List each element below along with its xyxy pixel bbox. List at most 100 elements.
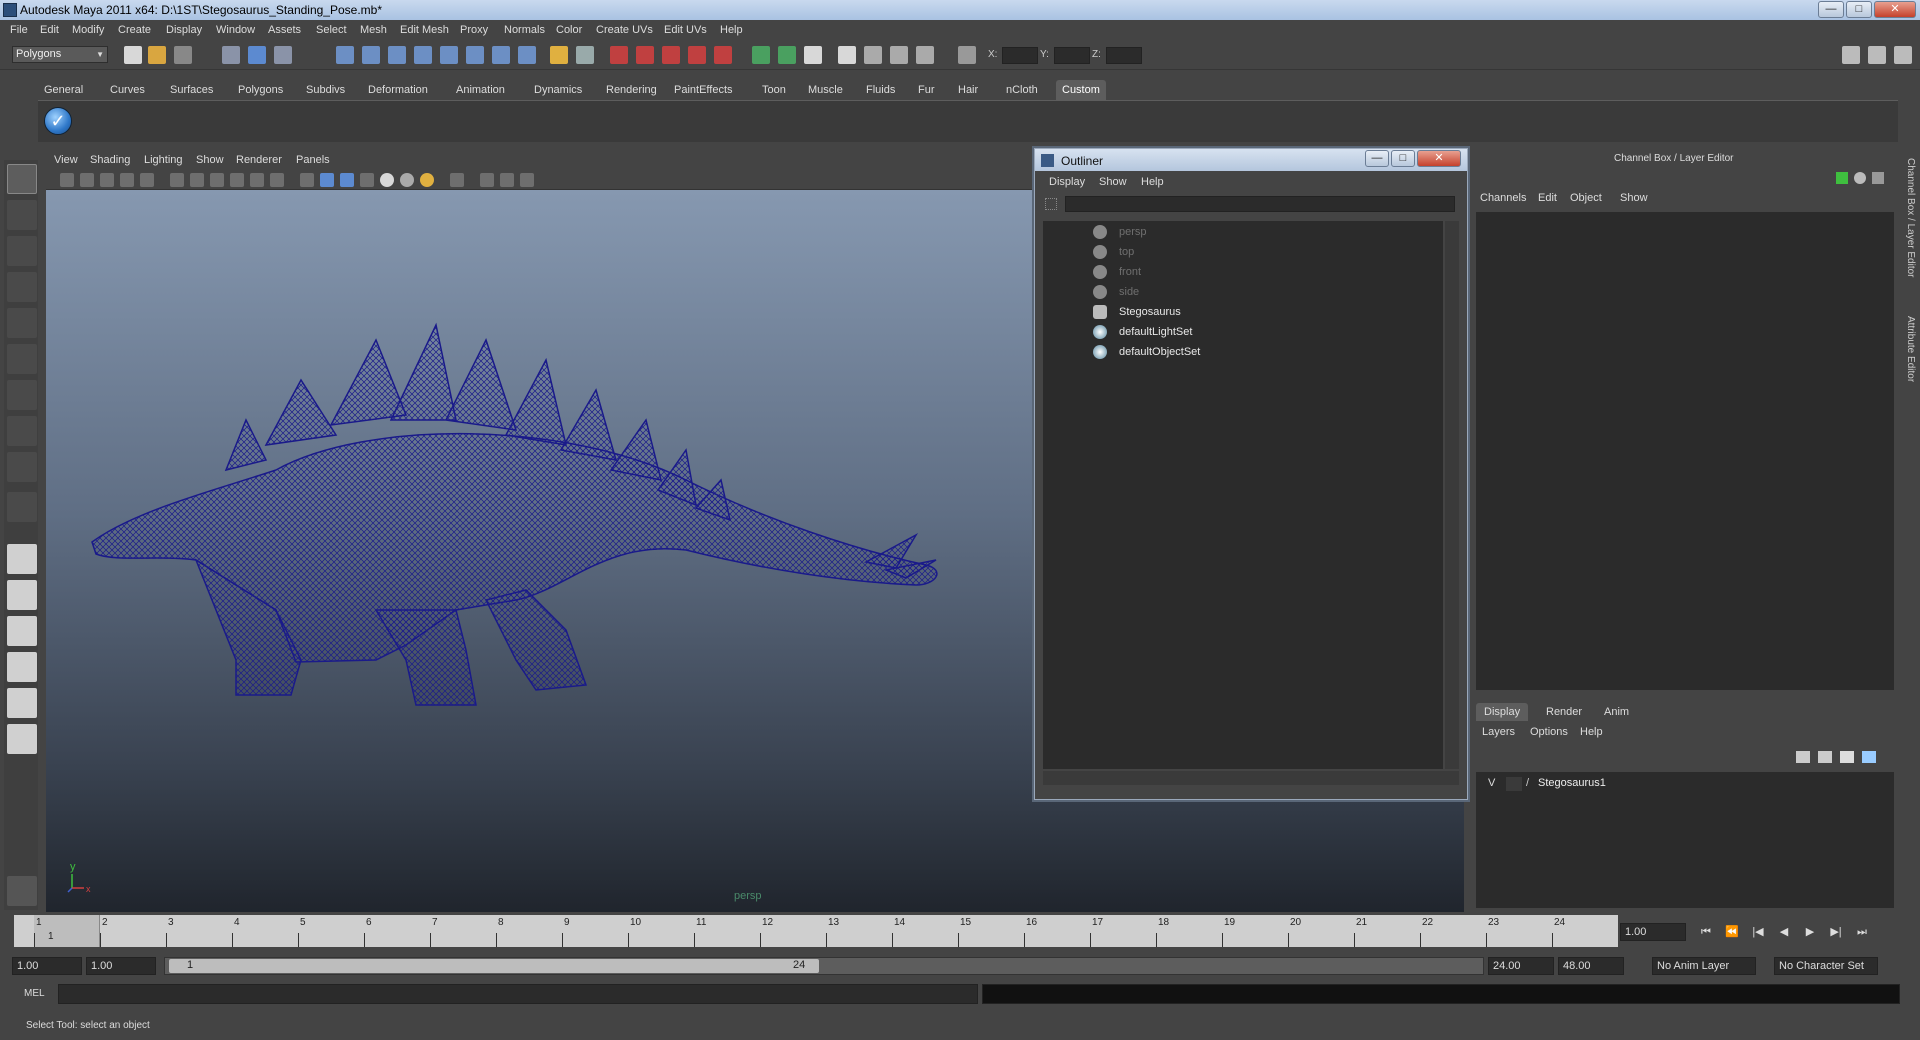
cb-menu-edit[interactable]: Edit — [1538, 192, 1557, 204]
field-chart-icon[interactable] — [230, 173, 244, 187]
grid-icon[interactable] — [140, 173, 154, 187]
safe-title-icon[interactable] — [270, 173, 284, 187]
menu-edit[interactable]: Edit — [40, 24, 59, 36]
cb-menu-channels[interactable]: Channels — [1480, 192, 1526, 204]
textured-icon[interactable] — [360, 173, 374, 187]
select-by-hierarchy-icon[interactable] — [222, 46, 240, 64]
xray-joints-icon[interactable] — [500, 173, 514, 187]
menu-file[interactable]: File — [10, 24, 28, 36]
xray-components-icon[interactable] — [520, 173, 534, 187]
select-by-object-icon[interactable] — [248, 46, 266, 64]
step-back-frame-icon[interactable]: |◀ — [1750, 925, 1766, 939]
gate-mask-icon[interactable] — [210, 173, 224, 187]
menu-select[interactable]: Select — [316, 24, 347, 36]
select-curves-icon[interactable] — [388, 46, 406, 64]
film-gate-icon[interactable] — [170, 173, 184, 187]
le-menu-help[interactable]: Help — [1580, 726, 1603, 738]
graph-editor-layout-icon[interactable] — [7, 724, 37, 754]
tab-polygons[interactable]: Polygons — [232, 80, 289, 100]
le-menu-layers[interactable]: Layers — [1482, 726, 1515, 738]
z-field[interactable] — [1106, 47, 1142, 64]
go-to-end-icon[interactable]: ⏭ — [1854, 925, 1870, 939]
tab-rendering[interactable]: Rendering — [600, 80, 663, 100]
tab-subdivs[interactable]: Subdivs — [300, 80, 351, 100]
outliner-title-bar[interactable]: Outliner — □ ✕ — [1035, 149, 1467, 171]
play-backwards-icon[interactable]: ◀ — [1776, 925, 1792, 939]
resolution-gate-icon[interactable] — [190, 173, 204, 187]
render-view-icon[interactable] — [838, 46, 856, 64]
select-handles-icon[interactable] — [336, 46, 354, 64]
use-all-lights-icon[interactable] — [380, 173, 394, 187]
wireframe-on-shaded-icon[interactable] — [340, 173, 354, 187]
le-menu-options[interactable]: Options — [1530, 726, 1568, 738]
tab-surfaces[interactable]: Surfaces — [164, 80, 219, 100]
time-slider[interactable]: 1 1 2 3 4 5 6 7 8 9 10 11 12 13 14 15 16 17 18 19 20 21 22 23 2… — [14, 915, 1618, 947]
tab-layer-display[interactable]: Display — [1476, 703, 1529, 721]
viewport-menu-panels[interactable]: Panels — [296, 154, 330, 166]
viewport-menu-shading[interactable]: Shading — [90, 154, 130, 166]
single-perspective-layout-icon[interactable] — [7, 544, 37, 574]
layer-row[interactable]: V / Stegosaurus1 — [1482, 775, 1886, 793]
layer-type-toggle[interactable] — [1506, 777, 1522, 791]
step-forward-frame-icon[interactable]: ▶| — [1828, 925, 1844, 939]
image-plane-icon[interactable] — [120, 173, 134, 187]
minimize-button[interactable]: — — [1818, 1, 1844, 18]
viewport-menu-renderer[interactable]: Renderer — [236, 154, 282, 166]
tab-dynamics[interactable]: Dynamics — [528, 80, 588, 100]
cb-menu-show[interactable]: Show — [1620, 192, 1648, 204]
outliner-close-button[interactable]: ✕ — [1417, 150, 1461, 167]
snap-to-point-icon[interactable] — [662, 46, 680, 64]
select-dynamics-icon[interactable] — [466, 46, 484, 64]
select-rendering-icon[interactable] — [492, 46, 510, 64]
filter-options-icon[interactable] — [1045, 198, 1057, 210]
outliner-menu-show[interactable]: Show — [1099, 176, 1127, 188]
select-by-component-icon[interactable] — [274, 46, 292, 64]
animation-end-field[interactable]: 48.00 — [1558, 957, 1624, 975]
ipr-render-icon[interactable] — [890, 46, 908, 64]
outliner-menu-display[interactable]: Display — [1049, 176, 1085, 188]
outliner-search-input[interactable] — [1065, 196, 1455, 212]
range-slider-thumb[interactable]: 1 24 — [169, 959, 819, 973]
menu-display[interactable]: Display — [166, 24, 202, 36]
toggle-attribute-editor-icon[interactable] — [1842, 46, 1860, 64]
step-back-key-icon[interactable]: ⏪ — [1724, 925, 1740, 939]
paint-select-tool-icon[interactable] — [7, 236, 37, 266]
layer-visibility-toggle[interactable]: V — [1488, 777, 1495, 789]
menu-mesh[interactable]: Mesh — [360, 24, 387, 36]
save-scene-icon[interactable] — [174, 46, 192, 64]
menu-modify[interactable]: Modify — [72, 24, 104, 36]
maximize-button[interactable]: □ — [1846, 1, 1872, 18]
last-tool-icon[interactable] — [7, 492, 37, 522]
outliner-menu-help[interactable]: Help — [1141, 176, 1164, 188]
anim-layer-select[interactable]: No Anim Layer — [1652, 957, 1756, 975]
tab-painteffects[interactable]: PaintEffects — [668, 80, 739, 100]
tab-general[interactable]: General — [38, 80, 89, 100]
menu-edit-uvs[interactable]: Edit UVs — [664, 24, 707, 36]
xray-icon[interactable] — [480, 173, 494, 187]
rotate-tool-icon[interactable] — [7, 308, 37, 338]
tab-fluids[interactable]: Fluids — [860, 80, 901, 100]
tab-toon[interactable]: Toon — [756, 80, 792, 100]
x-field[interactable] — [1002, 47, 1038, 64]
outliner-maximize-button[interactable]: □ — [1391, 150, 1415, 167]
safe-action-icon[interactable] — [250, 173, 264, 187]
close-button[interactable]: ✕ — [1874, 1, 1916, 18]
snap-to-grid-icon[interactable] — [610, 46, 628, 64]
tab-muscle[interactable]: Muscle — [802, 80, 849, 100]
tab-custom[interactable]: Custom — [1056, 80, 1106, 100]
isolate-select-icon[interactable] — [450, 173, 464, 187]
render-settings-icon[interactable] — [916, 46, 934, 64]
move-layer-up-icon[interactable] — [1796, 751, 1810, 763]
shadows-icon[interactable] — [400, 173, 414, 187]
input-ops-icon[interactable] — [752, 46, 770, 64]
character-set-select[interactable]: No Character Set — [1774, 957, 1878, 975]
new-scene-icon[interactable] — [124, 46, 142, 64]
menu-set-select[interactable]: Polygons ▼ — [12, 46, 108, 63]
maya-toolbox-icon[interactable] — [7, 876, 37, 906]
viewport-menu-show[interactable]: Show — [196, 154, 224, 166]
tab-channel-box[interactable]: Channel Box / Layer Editor — [1900, 158, 1916, 278]
menu-create-uvs[interactable]: Create UVs — [596, 24, 653, 36]
select-camera-icon[interactable] — [60, 173, 74, 187]
mel-command-input[interactable] — [58, 984, 978, 1004]
absolute-transform-icon[interactable] — [958, 46, 976, 64]
